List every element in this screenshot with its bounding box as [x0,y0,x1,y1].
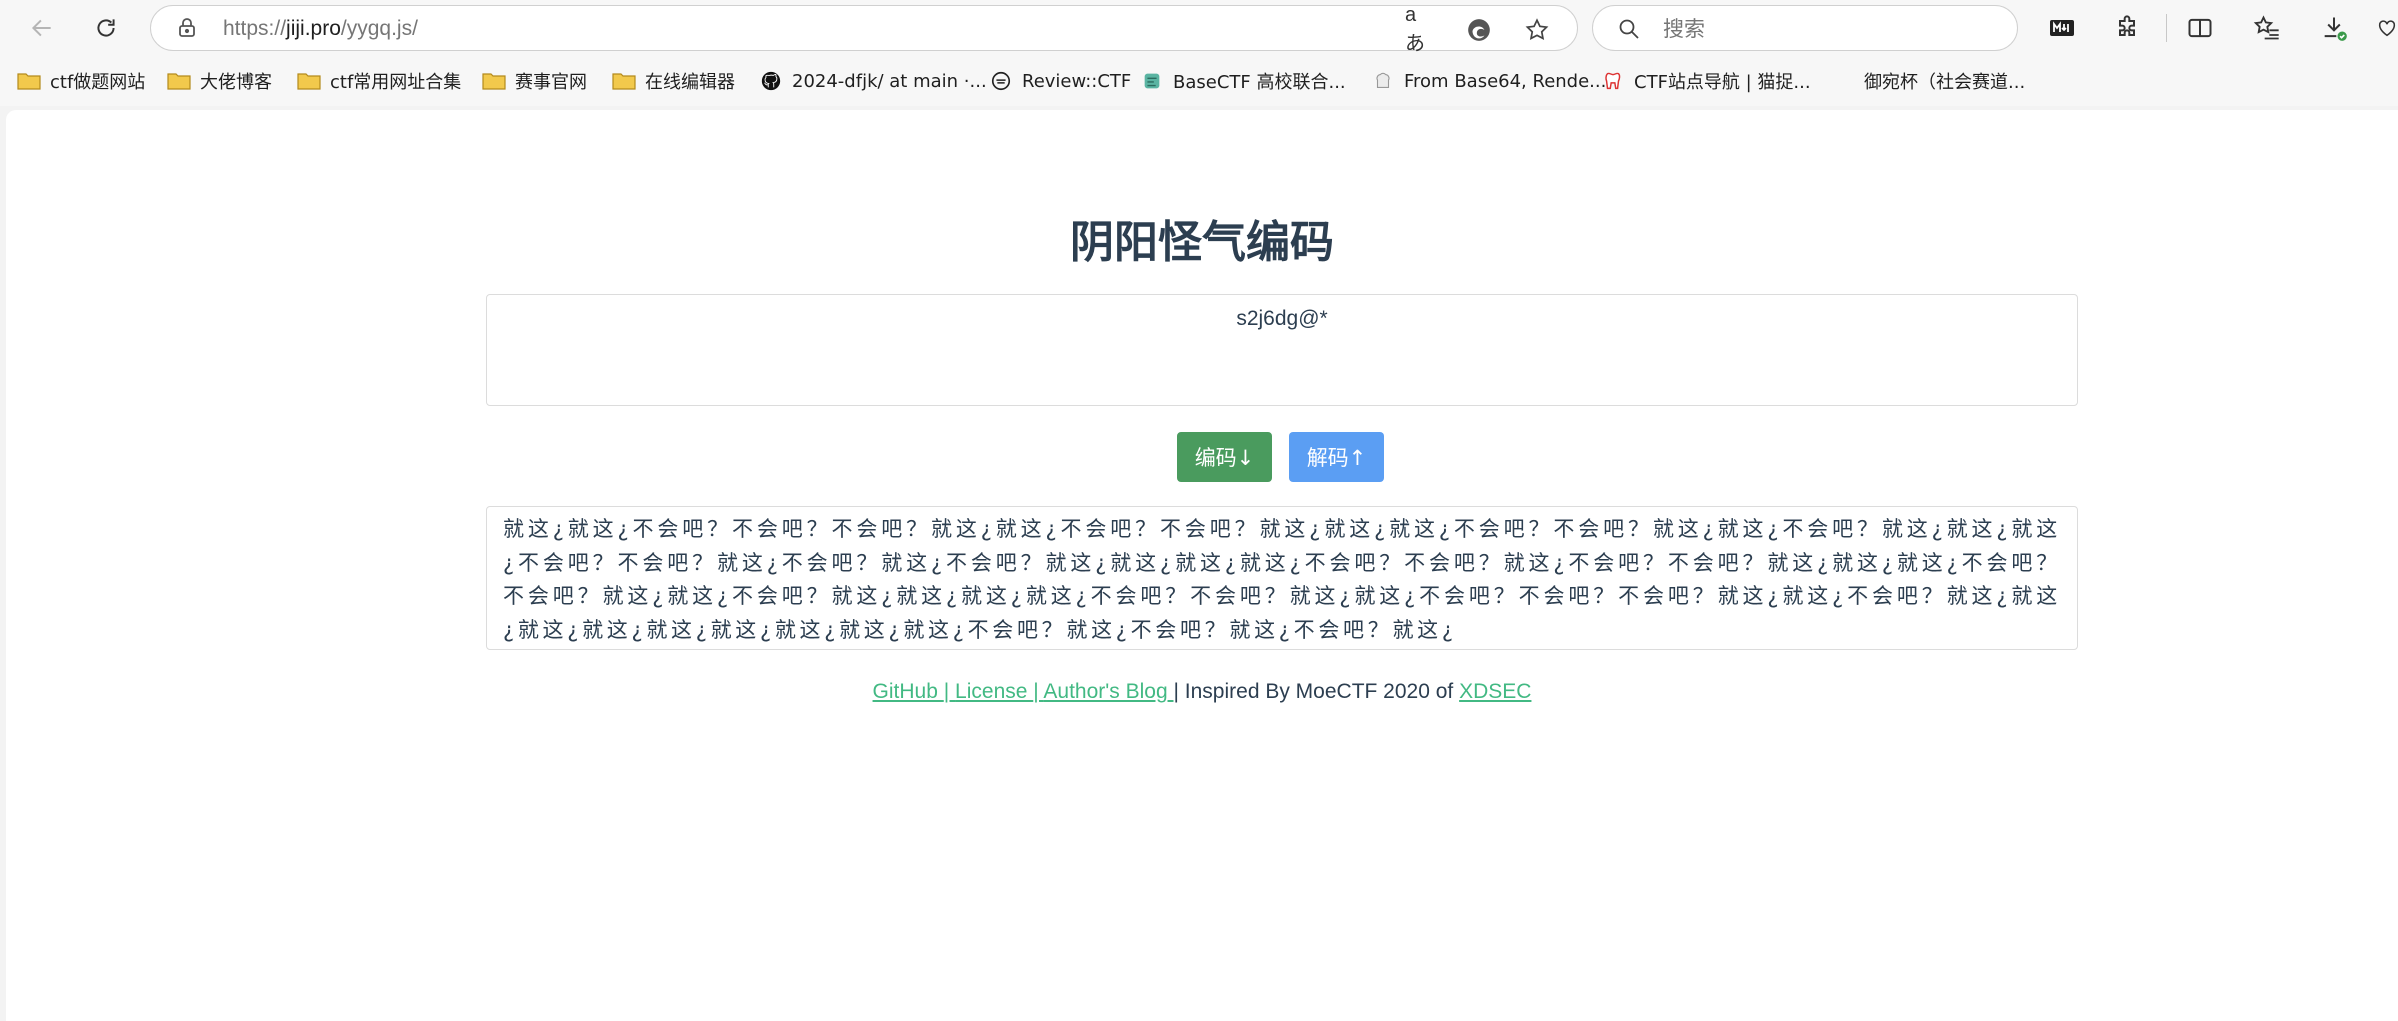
split-screen-button[interactable] [2183,11,2217,45]
bookmark-item[interactable]: 御宛杯（社会赛道... [1830,66,2025,96]
page-content: 阴阳怪气编码 s2j6dg@* 编码↓ 解码↑ 就这¿就这¿不会吧？不会吧？不会… [6,110,2398,1021]
read-aloud-icon: aあ [1405,4,1425,55]
folder-icon [296,70,322,92]
reload-icon [97,19,115,37]
favorites-list-icon [2253,15,2279,40]
inspired-by-text: | Inspired By MoeCTF 2020 of [1173,680,1460,703]
encoded-output-text[interactable]: 就这¿就这¿不会吧？不会吧？不会吧？就这¿就这¿不会吧？不会吧？就这¿就这¿就这… [503,513,2061,647]
bookmark-item[interactable]: 大佬博客 [166,66,272,96]
heart-pulse-icon [2378,20,2396,37]
edge-icon [1468,19,1490,41]
bookmark-label: Review::CTF [1022,70,1132,92]
plaintext-input[interactable]: s2j6dg@* [486,294,2078,406]
toolbar-divider [2166,14,2167,42]
downloads-button[interactable] [2317,11,2351,45]
bookmark-item[interactable]: ctf常用网址合集 [296,66,461,96]
bookmark-item[interactable]: 在线编辑器 [611,66,735,96]
read-aloud-button[interactable]: aあ [1405,4,1433,55]
search-placeholder: 搜索 [1663,17,1705,41]
favorite-star-button[interactable] [1523,16,1551,44]
browser-essentials-button[interactable] [2376,11,2398,45]
markdown-icon [2050,20,2074,36]
author-blog-link[interactable]: Author's Blog [1043,680,1173,703]
bookmark-item[interactable]: 赛事官网 [481,66,587,96]
footer-separator: | [943,680,956,703]
bookmark-label: CTF站点导航 | 猫捉... [1634,72,1811,93]
bookmark-label: 2024-dfjk/ at main ·... [792,70,987,92]
browser-toolbar: https://jiji.pro/yygq.js/ aあ 搜索 [0,0,2398,56]
puzzle-icon [2119,15,2135,36]
split-screen-icon [2188,18,2212,38]
folder-icon [481,70,507,92]
plaintext-input-value[interactable]: s2j6dg@* [487,307,2077,331]
search-bar[interactable]: 搜索 [1592,5,2018,51]
cyberchef-icon [1370,70,1396,92]
footer: GitHub | License | Author's Blog | Inspi… [6,680,2398,704]
back-button[interactable] [22,8,62,48]
bookmark-item[interactable]: BaseCTF 高校联合... [1139,66,1346,96]
edge-bar-button[interactable] [1465,16,1493,44]
bookmark-label: From Base64, Rende... [1404,70,1607,92]
search-icon [1619,19,1639,39]
bookmark-item[interactable]: 2024-dfjk/ at main ·... [758,66,987,96]
github-icon [758,70,784,92]
bookmark-label: 大佬博客 [200,72,272,93]
tooth-icon [1600,70,1626,92]
bookmark-label: 御宛杯（社会赛道... [1864,72,2026,93]
markdown-extension-button[interactable] [2045,11,2079,45]
extensions-button[interactable] [2110,11,2144,45]
decode-button[interactable]: 解码↑ [1289,432,1384,482]
url-text[interactable]: https://jiji.pro/yygq.js/ [223,16,418,42]
address-bar[interactable]: https://jiji.pro/yygq.js/ aあ [150,4,1578,55]
bookmark-label: 在线编辑器 [645,72,735,93]
license-link[interactable]: License [955,680,1033,703]
bookmark-item[interactable]: Review::CTF [988,66,1131,96]
bookmark-item[interactable]: ctf做题网站 [16,66,145,96]
encode-button[interactable]: 编码↓ [1177,432,1272,482]
back-arrow-icon [31,19,51,37]
bookmarks-bar: ctf做题网站 大佬博客 ctf常用网址合集 赛事官网 在线编辑器 2024-d… [0,56,2398,106]
folder-icon [166,70,192,92]
review-icon [988,70,1014,92]
bookmark-label: BaseCTF 高校联合... [1173,72,1346,93]
encoded-output[interactable]: 就这¿就这¿不会吧？不会吧？不会吧？就这¿就这¿不会吧？不会吧？就这¿就这¿就这… [486,506,2078,650]
bookmark-item[interactable]: From Base64, Rende... [1370,66,1606,96]
favorites-button[interactable] [2250,11,2284,45]
bookmark-item[interactable]: CTF站点导航 | 猫捉... [1600,66,1811,96]
bookmark-label: ctf做题网站 [50,72,146,93]
footer-separator: | [1033,680,1044,703]
bookmark-label: ctf常用网址合集 [330,72,462,93]
download-icon [2324,17,2347,41]
folder-icon [16,70,42,92]
basectf-icon [1139,70,1165,92]
page-title: 阴阳怪气编码 [1070,217,1334,268]
reload-button[interactable] [86,8,126,48]
github-link[interactable]: GitHub [873,680,944,703]
folder-icon [611,70,637,92]
xdsec-link[interactable]: XDSEC [1459,680,1531,703]
lock-icon[interactable] [175,16,199,40]
blank-icon [1830,70,1856,92]
bookmark-label: 赛事官网 [515,72,587,93]
star-icon [1525,18,1549,41]
